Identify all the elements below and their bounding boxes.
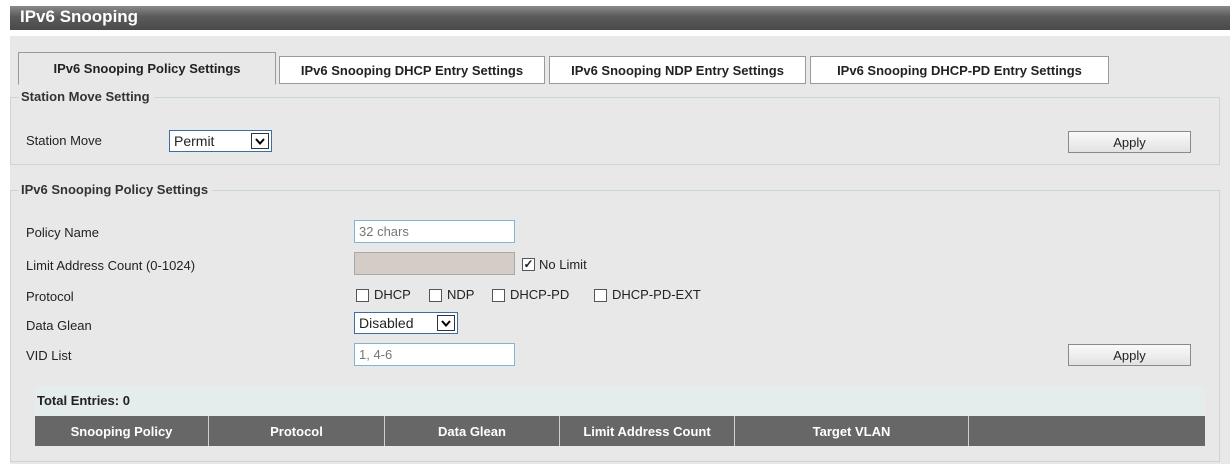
station-move-value: Permit [174,133,215,149]
column-header-action [969,416,1205,446]
column-header-protocol: Protocol [209,416,385,446]
protocol-dhcp-label: DHCP [374,287,411,302]
station-move-fieldset: Station Move Setting Station Move Permit… [10,89,1220,165]
policy-name-input[interactable]: 32 chars [354,220,515,243]
no-limit-checkbox[interactable]: ✓ [522,258,535,271]
protocol-dhcp-pd-ext-checkbox[interactable] [594,289,607,302]
chevron-down-icon [251,133,269,149]
chevron-down-icon [437,315,455,331]
limit-address-input[interactable] [354,252,515,275]
station-move-apply-button[interactable]: Apply [1068,131,1191,153]
limit-address-label: Limit Address Count (0-1024) [26,258,196,273]
page-title: IPv6 Snooping [10,6,1230,30]
policy-name-label: Policy Name [26,225,99,240]
data-glean-select[interactable]: Disabled [354,312,458,334]
tab-dhcp-entry-settings[interactable]: IPv6 Snooping DHCP Entry Settings [279,56,545,84]
vid-list-input[interactable]: 1, 4-6 [354,343,515,366]
total-entries: Total Entries: 0 [35,386,1205,416]
station-move-legend: Station Move Setting [19,89,154,104]
protocol-ndp-label: NDP [447,287,475,302]
column-header-snooping-policy: Snooping Policy [35,416,209,446]
column-header-limit-address-count: Limit Address Count [560,416,735,446]
column-header-data-glean: Data Glean [385,416,560,446]
data-glean-value: Disabled [359,315,414,331]
vid-list-label: VID List [26,348,72,363]
protocol-dhcp-pd-label: DHCP-PD [510,287,570,302]
protocol-dhcp-pd-ext-label: DHCP-PD-EXT [612,287,701,302]
column-header-target-vlan: Target VLAN [735,416,969,446]
tab-dhcp-pd-entry-settings[interactable]: IPv6 Snooping DHCP-PD Entry Settings [810,56,1109,84]
policy-settings-legend: IPv6 Snooping Policy Settings [19,182,213,197]
no-limit-label: No Limit [539,257,587,272]
protocol-dhcp-checkbox[interactable] [356,289,369,302]
main-panel: IPv6 Snooping Policy Settings IPv6 Snoop… [10,36,1230,464]
protocol-dhcp-pd-checkbox[interactable] [492,289,505,302]
protocol-ndp-checkbox[interactable] [429,289,442,302]
station-move-label: Station Move [26,133,102,148]
table-header: Snooping Policy Protocol Data Glean Limi… [35,416,1205,446]
tab-ndp-entry-settings[interactable]: IPv6 Snooping NDP Entry Settings [549,56,806,84]
policy-apply-button[interactable]: Apply [1068,344,1191,366]
station-move-select[interactable]: Permit [169,130,272,152]
protocol-label: Protocol [26,289,74,304]
tab-policy-settings[interactable]: IPv6 Snooping Policy Settings [18,52,276,85]
data-glean-label: Data Glean [26,318,92,333]
